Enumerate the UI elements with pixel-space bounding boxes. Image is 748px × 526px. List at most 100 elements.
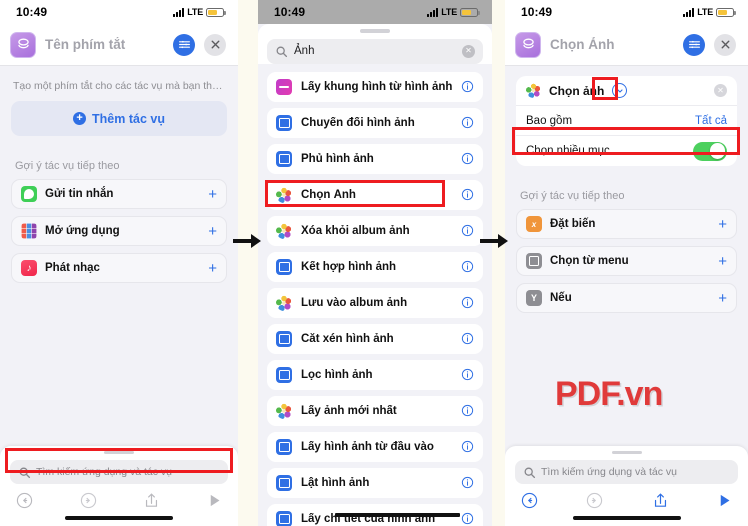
search-result-label: Kết hợp hình ảnh [301,260,397,273]
play-icon[interactable] [207,493,222,508]
multi-select-row[interactable]: Chọn nhiều mục [516,136,737,166]
signal-bars-icon [427,7,439,17]
messages-icon [21,186,37,202]
info-icon[interactable] [461,404,474,417]
clear-icon[interactable] [462,44,475,58]
info-icon[interactable] [461,116,474,129]
play-icon[interactable] [717,493,732,508]
shortcut-name-field[interactable]: Tên phím tắt [45,37,164,52]
multi-select-toggle[interactable] [693,141,727,161]
search-result-label: Lọc hình ảnh [301,368,373,381]
info-icon[interactable] [461,440,474,453]
phone-panel-1: 10:49 LTE Tên phím tắt Tạo một phím tắt … [0,0,238,526]
include-label: Bao gồm [526,114,573,127]
home-indicator [572,516,681,520]
add-icon[interactable]: + [718,291,727,306]
undo-icon[interactable] [16,492,33,509]
redo-icon[interactable] [80,492,97,509]
search-result-row[interactable]: Phủ hình ảnh [267,143,483,174]
info-icon[interactable] [461,368,474,381]
add-icon[interactable]: + [208,187,217,202]
search-result-row[interactable]: Lấy khung hình từ hình ảnh [267,71,483,102]
status-bar: 10:49 LTE [505,0,748,24]
search-input[interactable]: Tìm kiếm ứng dụng và tác vụ [515,460,738,484]
shortcut-hint: Tạo một phím tắt cho các tác vụ mà bạn t… [13,80,225,92]
add-action-label: Thêm tác vụ [92,111,165,126]
status-indicators: LTE [683,7,736,17]
search-result-label: Lật hình ảnh [301,476,370,489]
search-result-row[interactable]: Lấy hình ảnh từ đầu vào [267,431,483,462]
list-item[interactable]: Chọn từ menu + [516,246,737,276]
info-icon[interactable] [461,332,474,345]
search-result-row[interactable]: Lật hình ảnh [267,467,483,498]
close-icon[interactable] [204,33,226,56]
list-item[interactable]: Gửi tin nhắn + [11,179,227,209]
shortcut-name-field[interactable]: Chọn Ảnh [550,37,674,52]
chevron-down-icon[interactable] [612,83,628,98]
info-icon[interactable] [461,512,474,525]
if-icon: Y [526,290,542,306]
list-item[interactable]: Y Nếu + [516,283,737,313]
search-result-row[interactable]: Xóa khỏi album ảnh [267,215,483,246]
shortcut-navbar: Chọn Ảnh [505,24,748,66]
search-result-label: Lưu vào album ảnh [301,296,408,309]
battery-icon [206,7,226,17]
action-card: Chọn ảnh Bao gồm Tất cả Chọn nhiều mục [516,76,737,166]
list-item-label: Nếu [550,292,572,304]
sliders-icon[interactable] [173,33,195,56]
info-icon[interactable] [461,476,474,489]
search-result-row[interactable]: Lấy ảnh mới nhất [267,395,483,426]
list-item[interactable]: x Đặt biến + [516,209,737,239]
list-item[interactable]: Mở ứng dụng + [11,216,227,246]
photos-icon [526,83,541,98]
music-icon: ♪ [21,260,37,276]
media-icon [276,474,292,491]
share-icon[interactable] [143,492,160,509]
list-item[interactable]: ♪ Phát nhạc + [11,253,227,283]
info-icon[interactable] [461,152,474,165]
search-result-row[interactable]: Chuyển đổi hình ảnh [267,107,483,138]
search-result-row[interactable]: Lọc hình ảnh [267,359,483,390]
sheet-grabber[interactable] [611,450,642,454]
media-icon [276,114,292,131]
search-result-row[interactable]: Lưu vào album ảnh [267,287,483,318]
search-sheet: Ảnh [258,24,492,64]
network-label: LTE [441,7,457,17]
add-icon[interactable]: + [208,261,217,276]
info-icon[interactable] [461,80,474,93]
undo-icon[interactable] [521,492,538,509]
sliders-icon[interactable] [683,33,705,56]
photos-icon [276,186,292,203]
action-header-row[interactable]: Chọn ảnh [516,76,737,106]
remove-icon[interactable] [714,84,727,97]
include-row[interactable]: Bao gồm Tất cả [516,106,737,136]
info-icon[interactable] [461,260,474,273]
info-icon[interactable] [461,188,474,201]
shortcut-navbar: Tên phím tắt [0,24,238,66]
search-input[interactable]: Tìm kiếm ứng dụng và tác vụ [10,460,228,484]
multi-select-label: Chọn nhiều mục [526,145,610,157]
redo-icon[interactable] [586,492,603,509]
search-result-row[interactable]: Chọn Ảnh [267,179,483,210]
search-result-label: Lấy hình ảnh từ đầu vào [301,440,434,453]
sheet-grabber[interactable] [104,450,134,454]
add-icon[interactable]: + [208,224,217,239]
search-result-row[interactable]: Kết hợp hình ảnh [267,251,483,282]
add-icon[interactable]: + [718,254,727,269]
share-icon[interactable] [652,492,669,509]
add-icon[interactable]: + [718,217,727,232]
search-input[interactable]: Ảnh [267,38,483,64]
include-value[interactable]: Tất cả [695,115,727,127]
flow-arrow-2 [480,234,508,248]
info-icon[interactable] [461,224,474,237]
media-icon [276,438,292,455]
close-icon[interactable] [714,33,736,56]
search-result-row[interactable]: Cắt xén hình ảnh [267,323,483,354]
media-icon [276,510,292,526]
panel3-body: Chọn ảnh Bao gồm Tất cả Chọn nhiều mục [505,66,748,313]
sheet-grabber[interactable] [360,29,390,33]
shortcuts-icon [515,31,541,58]
add-action-button[interactable]: Thêm tác vụ [11,101,227,136]
info-icon[interactable] [461,296,474,309]
editor-toolbar [10,484,228,514]
